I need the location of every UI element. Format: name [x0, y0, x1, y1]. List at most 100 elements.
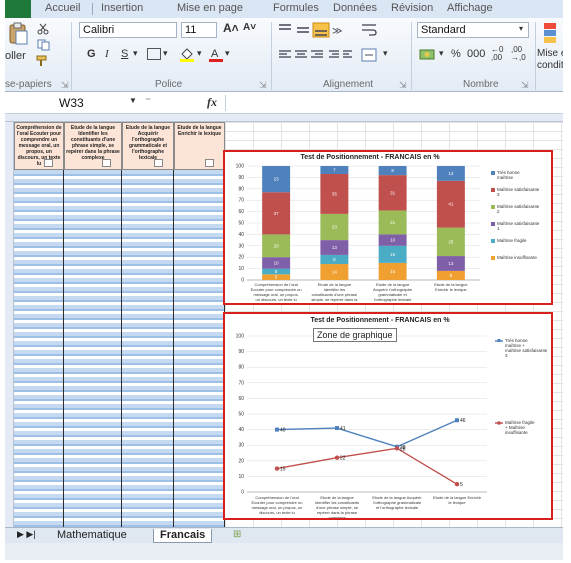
header-cell-comprehension[interactable]: Compréhension de l'oral Ecouter pour com… — [14, 122, 64, 170]
cut-icon[interactable] — [37, 22, 49, 35]
y-tick-label: 70 — [238, 198, 244, 204]
chart-plot-area[interactable]: 0 10 20 30 40 50 60 70 80 90 100 Compréhension de l… — [225, 314, 551, 519]
filter-dropdown-icon[interactable] — [205, 159, 214, 167]
header-cell-etude-identifier[interactable]: Etude de la langue Identifier les consti… — [64, 122, 122, 170]
dialog-launcher-icon[interactable]: ⇲ — [521, 80, 529, 91]
currency-dropdown-icon[interactable]: ▾ — [439, 48, 444, 59]
font-size-field[interactable]: 11 — [181, 22, 217, 38]
fill-color-dropdown-icon[interactable]: ▾ — [197, 48, 202, 59]
tab-revision[interactable]: Révision — [391, 2, 433, 14]
y-tick-label: 30 — [238, 243, 244, 249]
data-column[interactable] — [64, 170, 122, 527]
tab-donnees[interactable]: Données — [333, 2, 377, 14]
name-box-dropdown-icon[interactable]: ▼ — [129, 96, 137, 105]
file-tab[interactable] — [5, 0, 31, 18]
number-format-field[interactable]: Standard — [417, 22, 529, 38]
data-point — [455, 418, 459, 423]
bar-data-label: 35 — [332, 191, 338, 196]
bold-button[interactable]: G — [87, 48, 96, 60]
merge-center-icon[interactable] — [361, 48, 381, 62]
y-tick-label: 80 — [238, 365, 244, 371]
horizontal-align-icons[interactable] — [277, 48, 353, 62]
decrease-decimal-icon[interactable]: ,00 →,0 — [511, 46, 526, 62]
point-data-label: 22 — [340, 456, 346, 462]
data-column[interactable] — [174, 170, 225, 527]
conditional-format-label[interactable]: Mise e — [537, 48, 563, 59]
paste-icon[interactable] — [7, 22, 29, 46]
wrap-text-icon[interactable] — [361, 22, 377, 38]
x-tick-label: Compréhension de l'oral Ecouter pour comp… — [252, 495, 303, 515]
increase-decimal-icon[interactable]: ←0,00 — [491, 46, 503, 62]
font-color-dropdown-icon[interactable]: ▾ — [225, 48, 230, 59]
chart-plot-area[interactable]: 01020304050607080901005510203723Compréhe… — [225, 152, 551, 304]
tab-affichage[interactable]: Affichage — [447, 2, 493, 14]
name-box[interactable]: W33 — [5, 95, 127, 111]
conditional-format-icon[interactable] — [543, 22, 557, 44]
insert-function-icon[interactable]: fx — [207, 95, 217, 110]
dialog-launcher-icon[interactable]: ⇲ — [259, 80, 267, 91]
formula-input[interactable] — [225, 95, 563, 111]
currency-icon[interactable] — [419, 46, 437, 62]
group-separator — [535, 22, 536, 90]
y-tick-label: 60 — [238, 209, 244, 215]
x-tick-label: Compréhension de l'oral Ecouter pour comp… — [251, 282, 302, 302]
bar-data-label: 13 — [448, 171, 454, 176]
filter-dropdown-icon[interactable] — [154, 159, 163, 167]
tab-nav-icon[interactable]: ▶ ▶| — [11, 529, 42, 543]
data-point — [334, 455, 340, 460]
y-tick-label: 40 — [238, 427, 244, 433]
dialog-launcher-icon[interactable]: ⇲ — [399, 80, 407, 91]
alignment-group-label: Alignement — [323, 79, 374, 90]
new-sheet-icon[interactable]: ⊞ — [227, 529, 247, 543]
font-name-field[interactable]: Calibri — [79, 22, 177, 38]
dialog-launcher-icon[interactable]: ⇲ — [61, 80, 69, 91]
header-cell-etude-orthographe[interactable]: Etude de la langue Acquérir l'orthograph… — [122, 122, 174, 170]
bar-data-label: 37 — [274, 211, 280, 216]
cancel-icon[interactable]: ⁼ — [145, 94, 151, 108]
vertical-align-icons[interactable]: ≫ — [277, 22, 347, 38]
tab-formules[interactable]: Formules — [273, 2, 319, 14]
x-tick-label: Etude de la langue Enrichir le lexique — [434, 282, 468, 292]
x-tick-label: Etude de la langue Acquérir l'orthographe… — [372, 495, 422, 510]
y-tick-label: 90 — [238, 349, 244, 355]
tab-mise-en-page[interactable]: Mise en page — [177, 2, 243, 14]
stacked-bar-chart[interactable]: Test de Positionnement - FRANCAIS en % 0… — [223, 150, 553, 305]
y-tick-label: 80 — [238, 186, 244, 192]
y-tick-label: 60 — [238, 396, 244, 402]
tab-insertion[interactable]: Insertion — [101, 2, 143, 14]
bar-data-label: 10 — [274, 260, 280, 265]
grow-font-icon[interactable]: A˄ — [223, 21, 239, 35]
sheet-tab-francais[interactable]: Francais — [153, 529, 213, 543]
legend-swatch — [491, 222, 495, 226]
thousands-button[interactable]: 000 — [467, 48, 485, 60]
spreadsheet-grid[interactable]: Compréhension de l'oral Ecouter pour com… — [5, 122, 225, 527]
number-format-dropdown-icon[interactable]: ▾ — [519, 24, 523, 33]
font-color-icon[interactable]: A — [209, 46, 223, 62]
underline-button[interactable]: S — [121, 48, 128, 60]
filter-dropdown-icon[interactable] — [102, 159, 111, 167]
underline-dropdown-icon[interactable]: ▾ — [133, 48, 138, 59]
point-data-label: 46 — [460, 418, 466, 424]
paste-label[interactable]: oller — [5, 50, 26, 62]
fill-color-icon[interactable] — [179, 46, 195, 62]
x-tick-label: Etude de la langue Enrichir le lexique — [433, 495, 482, 505]
percent-button[interactable]: % — [451, 48, 461, 60]
data-point — [274, 466, 280, 471]
line-chart[interactable]: Test de Positionnement - FRANCAIS en % 0… — [223, 312, 553, 520]
data-column[interactable] — [122, 170, 174, 527]
sheet-tab-mathematique[interactable]: Mathematique — [51, 529, 133, 543]
shrink-font-icon[interactable]: A˅ — [243, 22, 256, 33]
tab-accueil[interactable]: Accueil — [45, 2, 80, 14]
bar-data-label: 25 — [448, 239, 454, 244]
filter-dropdown-icon[interactable] — [44, 159, 53, 167]
borders-dropdown-icon[interactable]: ▾ — [163, 48, 168, 59]
italic-button[interactable]: I — [105, 48, 109, 60]
borders-icon[interactable] — [147, 48, 161, 60]
copy-icon[interactable] — [37, 38, 51, 51]
merge-dropdown-icon[interactable]: ▾ — [383, 48, 388, 59]
bar-data-label: 13 — [448, 261, 454, 266]
header-cell-etude-lexique[interactable]: Etude de la langue Enrichir le lexique — [174, 122, 225, 170]
format-painter-icon[interactable] — [35, 54, 49, 66]
data-column[interactable] — [14, 170, 64, 527]
bar-data-label: 23 — [274, 177, 280, 182]
